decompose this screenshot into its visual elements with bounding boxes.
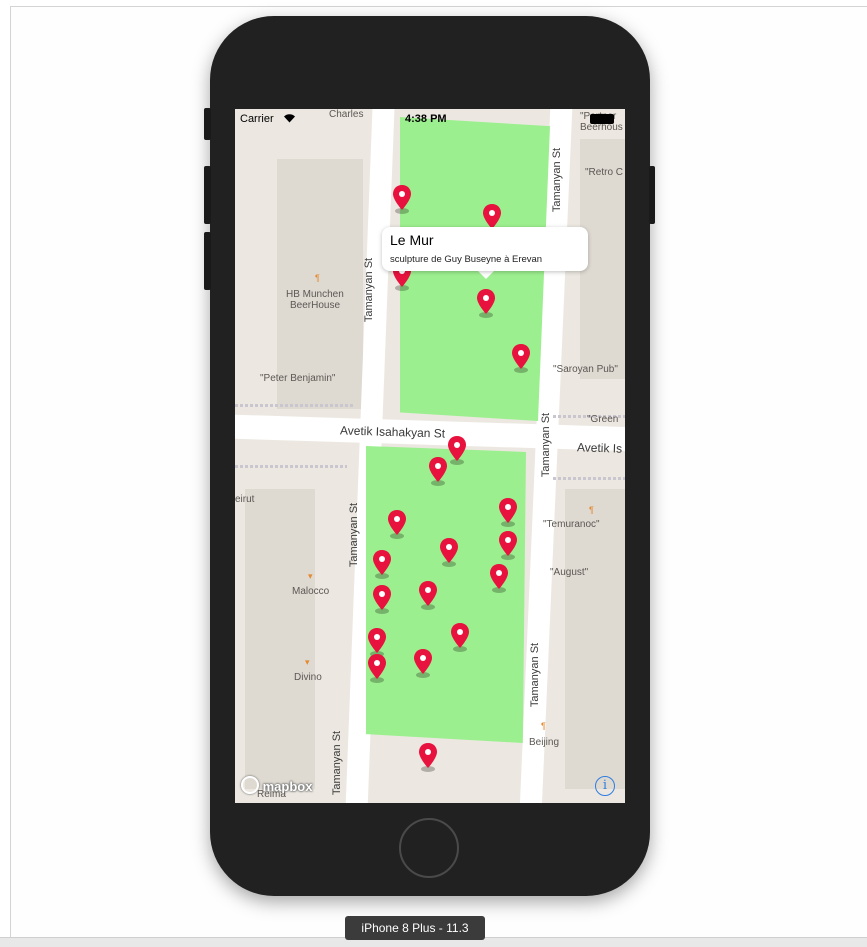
street-label-tamanyan: Tamanyan St <box>331 730 344 796</box>
poi-label: eirut <box>235 494 255 505</box>
restaurant-icon: ¶ <box>541 721 546 731</box>
restaurant-icon: ¶ <box>315 273 320 283</box>
callout-subtitle: sculpture de Guy Buseyne à Erevan <box>390 254 543 265</box>
map-pin-icon[interactable] <box>510 343 532 375</box>
map-pin-icon[interactable] <box>371 584 393 616</box>
map-pin-icon[interactable] <box>412 648 434 680</box>
carrier-label: Carrier <box>240 113 274 125</box>
map-pin-icon[interactable] <box>386 509 408 541</box>
map-pin-icon[interactable] <box>438 537 460 569</box>
poi-label: Malocco <box>292 586 330 597</box>
map-pin-icon-selected[interactable] <box>475 288 497 320</box>
info-icon[interactable]: i <box>595 776 615 796</box>
poi-label: "August" <box>550 567 589 578</box>
poi-label: HB Munchen <box>286 289 344 300</box>
device-name-tag: iPhone 8 Plus - 11.3 <box>345 916 485 940</box>
callout-pointer <box>477 270 495 279</box>
poi-label: "Green <box>587 414 619 425</box>
poi-label: "Saroyan Pub" <box>553 364 618 375</box>
map-pin-icon[interactable] <box>371 549 393 581</box>
poi-label: Divino <box>294 672 322 683</box>
street-label-tamanyan: Tamanyan St <box>348 502 361 568</box>
map-view[interactable]: Avetik Isahakyan St Avetik Is Tamanyan S… <box>235 109 625 803</box>
map-pin-icon[interactable] <box>366 653 388 685</box>
status-bar: Carrier 4:38 PM <box>235 109 625 129</box>
boundary-line <box>553 477 625 480</box>
map-pin-icon[interactable] <box>427 456 449 488</box>
callout-title: Le Mur <box>390 232 434 248</box>
boundary-line <box>235 465 347 468</box>
city-block <box>245 489 315 789</box>
volume-up-button <box>204 166 211 224</box>
poi-label: "Peter Benjamin" <box>260 373 336 384</box>
street-label-avetik-right: Avetik Is <box>576 440 623 456</box>
map-pin-icon[interactable] <box>497 497 519 529</box>
map-pin-icon[interactable] <box>446 435 468 467</box>
poi-label: "Retro C <box>585 167 624 178</box>
annotation-callout[interactable]: Le Mur sculpture de Guy Buseyne à Erevan <box>382 227 588 271</box>
restaurant-icon: ¶ <box>589 505 594 515</box>
map-pin-icon[interactable] <box>488 563 510 595</box>
street-label-tamanyan: Tamanyan St <box>540 412 553 478</box>
poi-label: "Temuranoc" <box>543 519 600 530</box>
cafe-icon: ▾ <box>305 657 310 667</box>
wifi-icon <box>284 114 295 123</box>
mute-switch <box>204 108 211 140</box>
street-label-tamanyan: Tamanyan St <box>529 642 542 708</box>
map-pin-icon[interactable] <box>417 580 439 612</box>
map-pin-icon[interactable] <box>497 530 519 562</box>
map-pin-icon[interactable] <box>417 742 439 774</box>
street-label-tamanyan: Tamanyan St <box>551 147 564 213</box>
mapbox-logo-circle <box>241 776 259 794</box>
home-button[interactable] <box>399 818 459 878</box>
power-button <box>649 166 655 224</box>
city-block <box>565 489 625 789</box>
street-label-tamanyan: Tamanyan St <box>363 257 376 323</box>
cafe-icon: ▾ <box>308 571 313 581</box>
city-block <box>277 159 363 409</box>
status-time: 4:38 PM <box>405 113 447 125</box>
volume-down-button <box>204 232 211 290</box>
boundary-line <box>235 404 353 407</box>
poi-label: BeerHouse <box>290 300 341 311</box>
map-pin-icon[interactable] <box>449 622 471 654</box>
battery-icon <box>590 114 614 124</box>
mapbox-logo-icon[interactable]: mapbox <box>241 776 312 796</box>
poi-label: Beijing <box>529 737 560 748</box>
mapbox-wordmark: mapbox <box>262 779 313 794</box>
map-pin-icon[interactable] <box>391 184 413 216</box>
